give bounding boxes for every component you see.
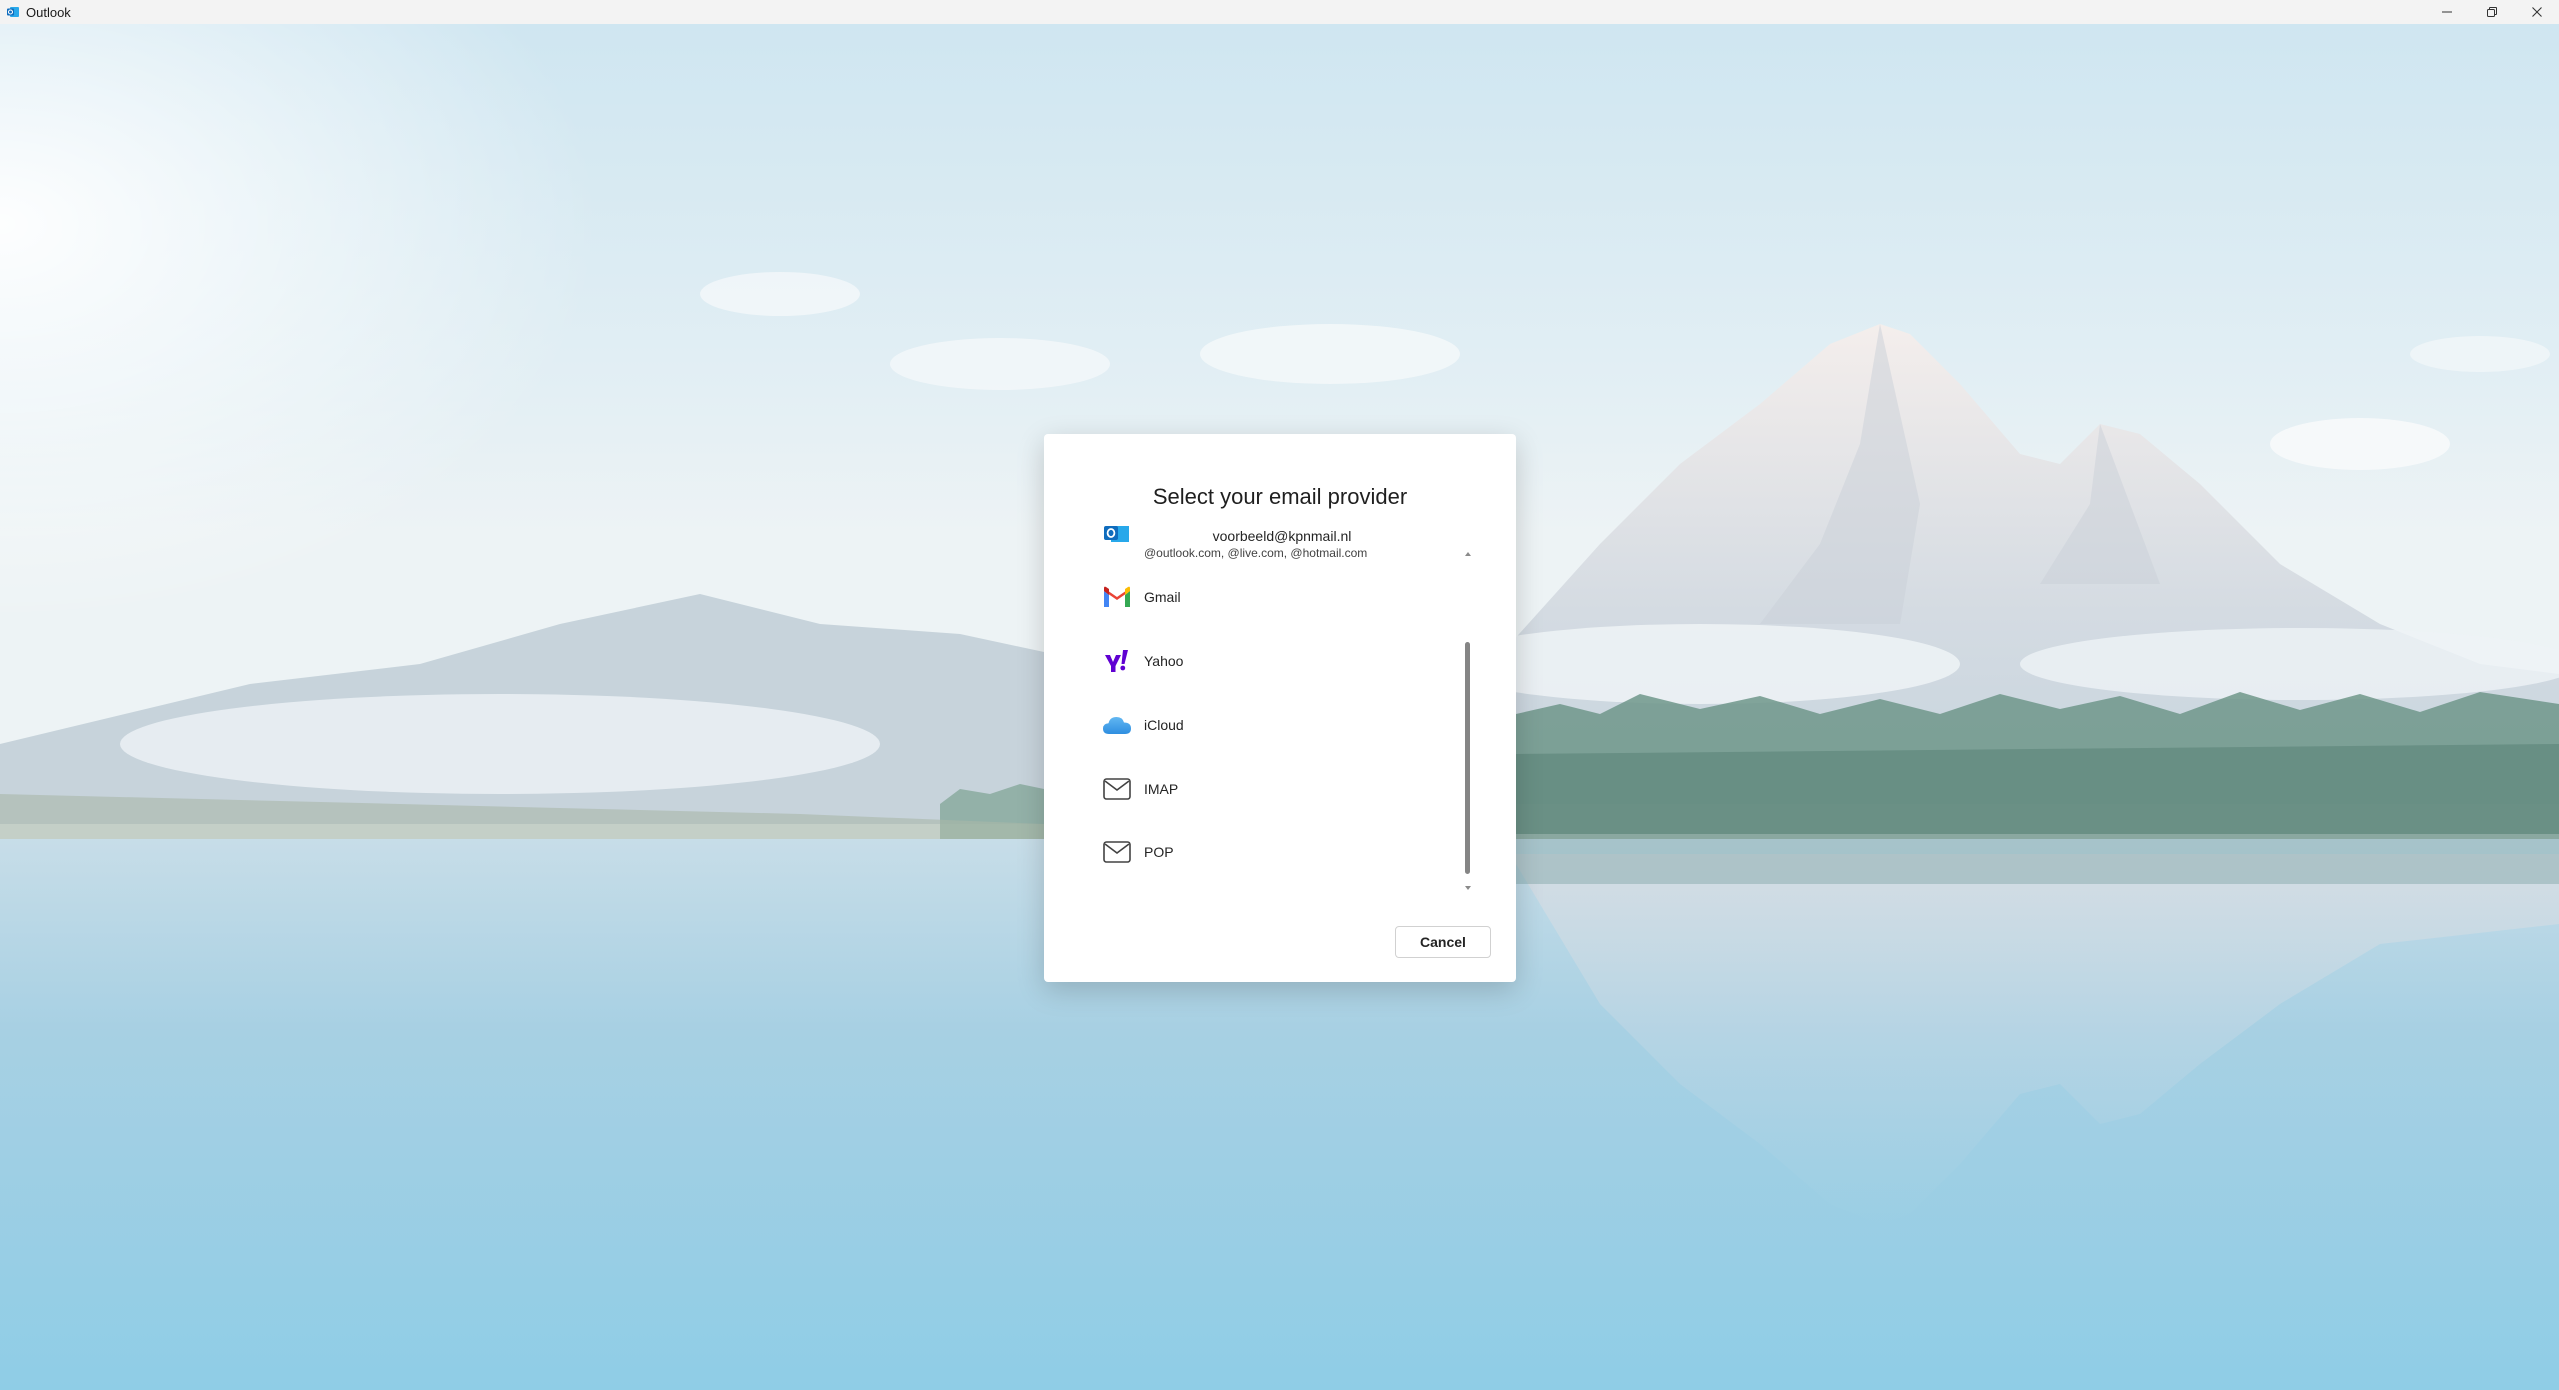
window-controls (2424, 0, 2559, 24)
restore-icon (2486, 7, 2497, 17)
provider-item-yahoo[interactable]: Yahoo (1088, 633, 1448, 689)
provider-item-icloud[interactable]: iCloud (1088, 697, 1448, 753)
outlook-window: Outlook Select your email provider voorb… (0, 0, 2559, 1390)
scroll-down-arrow[interactable] (1464, 884, 1472, 892)
provider-item-outlook[interactable]: voorbeeld@kpnmail.nl @outlook.com, @live… (1088, 526, 1448, 562)
chevron-up-icon (1465, 552, 1471, 556)
scrollbar-thumb[interactable] (1465, 642, 1470, 874)
provider-label-yahoo: Yahoo (1144, 653, 1184, 669)
window-title: Outlook (26, 4, 71, 20)
close-icon (2531, 7, 2542, 17)
mail-icon (1102, 774, 1132, 804)
email-provider-dialog: Select your email provider voorbeeld@kpn… (1044, 434, 1516, 982)
provider-item-gmail[interactable]: Gmail (1088, 569, 1448, 625)
scroll-up-arrow[interactable] (1464, 550, 1472, 558)
title-bar: Outlook (0, 0, 2559, 24)
provider-label-imap: IMAP (1144, 781, 1179, 797)
restore-button[interactable] (2469, 0, 2514, 24)
close-button[interactable] (2514, 0, 2559, 24)
provider-item-pop[interactable]: POP (1088, 824, 1448, 880)
gmail-icon (1102, 582, 1132, 612)
outlook-app-icon (7, 7, 19, 17)
provider-label-pop: POP (1144, 844, 1174, 860)
icloud-icon (1102, 710, 1132, 740)
provider-label-gmail: Gmail (1144, 589, 1181, 605)
provider-item-imap[interactable]: IMAP (1088, 761, 1448, 817)
minimize-icon (2441, 11, 2452, 13)
cancel-button[interactable]: Cancel (1395, 926, 1491, 958)
yahoo-icon (1102, 646, 1132, 676)
mail-icon (1102, 837, 1132, 867)
dialog-title: Select your email provider (1152, 484, 1408, 509)
chevron-down-icon (1465, 886, 1471, 890)
minimize-button[interactable] (2424, 0, 2469, 24)
provider-label-icloud: iCloud (1144, 717, 1184, 733)
outlook-account-email: voorbeeld@kpnmail.nl (1212, 528, 1352, 544)
provider-list[interactable]: voorbeeld@kpnmail.nl @outlook.com, @live… (1088, 526, 1468, 826)
outlook-domains-label: @outlook.com, @live.com, @hotmail.com (1144, 546, 1368, 560)
